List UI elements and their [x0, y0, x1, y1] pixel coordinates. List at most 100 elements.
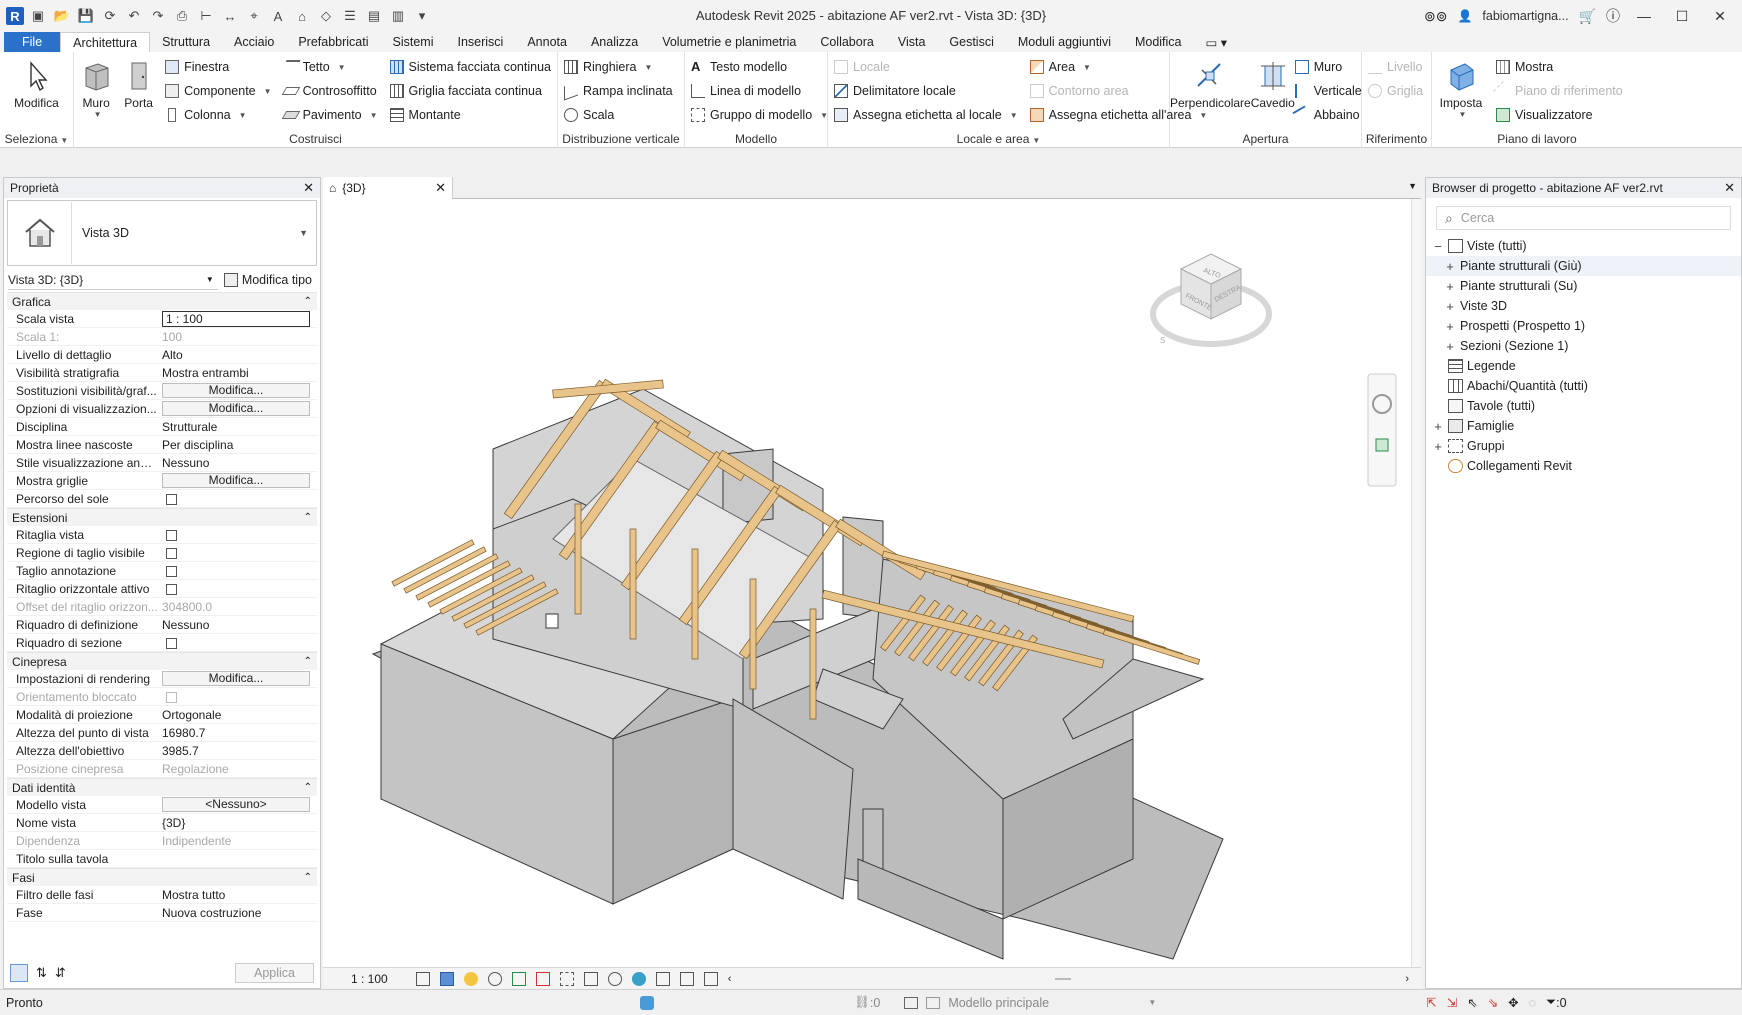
model-3d[interactable]: ALTO FRONTE DESTRA S	[323, 199, 1411, 967]
binoculars-icon[interactable]: ⊚⊚	[1424, 8, 1447, 25]
tab-3d-view[interactable]: ⌂ {3D} ✕	[323, 177, 453, 199]
expand-icon[interactable]: −	[1432, 239, 1444, 254]
property-value[interactable]: Mostra entrambi	[162, 366, 249, 380]
navigation-bar[interactable]	[1367, 373, 1397, 487]
sort-categorized-icon[interactable]	[10, 964, 28, 982]
model-dropdown-icon[interactable]: ▼	[1148, 998, 1156, 1007]
background-process-icon[interactable]: ◌	[1529, 996, 1536, 1010]
close-hidden-icon[interactable]: ▤	[364, 6, 384, 26]
reveal-hidden-icon[interactable]	[631, 971, 646, 986]
sort-descending-icon[interactable]: ⇵	[55, 965, 66, 981]
grid-button[interactable]: Griglia	[1368, 81, 1423, 101]
floor-button[interactable]: Pavimento ▼	[281, 105, 378, 125]
room-button[interactable]: Locale	[834, 57, 1018, 77]
dormer-button[interactable]: Abbaino	[1292, 105, 1362, 125]
close-icon[interactable]: ✕	[1706, 2, 1734, 30]
property-checkbox[interactable]	[166, 530, 177, 542]
tab-collabora[interactable]: Collabora	[808, 32, 886, 52]
sun-path-icon[interactable]	[463, 971, 478, 986]
scroll-right-icon[interactable]: ›	[1405, 973, 1409, 985]
sort-ascending-icon[interactable]: ⇅	[36, 965, 47, 981]
analytical-model-icon[interactable]	[655, 971, 670, 986]
type-dropdown-icon[interactable]: ▼	[299, 228, 308, 238]
active-model[interactable]: Modello principale	[948, 996, 1148, 1010]
property-checkbox[interactable]	[166, 566, 177, 578]
select-pinned-icon[interactable]: ⇖	[1467, 995, 1477, 1010]
browser-node[interactable]: + Viste 3D	[1426, 296, 1741, 316]
property-value[interactable]: 16980.7	[162, 726, 205, 740]
select-underlay-icon[interactable]: ⇲	[1447, 995, 1457, 1010]
mullion-button[interactable]: Montante	[389, 105, 551, 125]
property-value[interactable]: Strutturale	[162, 420, 217, 434]
temp-hide-icon[interactable]	[607, 971, 622, 986]
close-view-icon[interactable]: ✕	[435, 180, 446, 196]
expand-icon[interactable]: +	[1444, 339, 1456, 354]
scroll-left-icon[interactable]: ‹	[728, 973, 732, 985]
tab-architettura[interactable]: Architettura	[60, 32, 151, 52]
print-icon[interactable]: ⎙	[172, 6, 192, 26]
browser-node[interactable]: + Famiglie	[1426, 416, 1741, 436]
tab-sistemi[interactable]: Sistemi	[381, 32, 446, 52]
railing-button[interactable]: Ringhiera ▼	[564, 57, 673, 77]
curtain-system-button[interactable]: Sistema facciata continua	[389, 57, 551, 77]
help-icon[interactable]: ⓘ	[1606, 6, 1620, 26]
tab-volumetrie[interactable]: Volumetrie e planimetria	[650, 32, 808, 52]
model-text-button[interactable]: A Testo modello	[691, 57, 828, 77]
model-group-button[interactable]: Gruppo di modello ▼	[691, 105, 828, 125]
ceiling-button[interactable]: Controsoffitto	[281, 81, 378, 101]
tab-annota[interactable]: Annota	[515, 32, 579, 52]
ref-plane-button[interactable]: Piano di riferimento	[1493, 81, 1623, 101]
room-tag-button[interactable]: Assegna etichetta al locale ▼	[834, 105, 1018, 125]
property-section[interactable]: Estensioni ⌃	[7, 508, 317, 526]
window-button[interactable]: Finestra	[165, 57, 272, 77]
switch-windows-icon[interactable]: ▥	[388, 6, 408, 26]
property-value[interactable]: Nessuno	[162, 456, 209, 470]
apply-button[interactable]: Applica	[235, 963, 314, 983]
tab-analizza[interactable]: Analizza	[579, 32, 650, 52]
expand-icon[interactable]: +	[1444, 319, 1456, 334]
property-edit-button[interactable]: Modifica...	[162, 473, 310, 488]
panel-title-locale[interactable]: Locale e area ▼	[828, 132, 1169, 146]
tab-acciaio[interactable]: Acciaio	[222, 32, 286, 52]
tab-modifica[interactable]: Modifica	[1123, 32, 1194, 52]
editing-requests-icon[interactable]	[926, 996, 941, 1009]
expand-icon[interactable]: +	[1432, 439, 1444, 454]
browser-node[interactable]: − Viste (tutti)	[1426, 236, 1741, 256]
vertical-opening-button[interactable]: Verticale	[1294, 81, 1362, 101]
visual-style-icon[interactable]	[439, 971, 454, 986]
open-icon[interactable]: 📂	[52, 6, 72, 26]
browser-node[interactable]: + Gruppi	[1426, 436, 1741, 456]
horizontal-scrollbar[interactable]	[741, 976, 1395, 982]
property-edit-button[interactable]: Modifica...	[162, 671, 310, 686]
properties-close-icon[interactable]: ✕	[303, 180, 314, 196]
property-edit-button[interactable]: <Nessuno>	[162, 797, 310, 812]
crop-region-icon[interactable]	[559, 971, 574, 986]
select-by-face-icon[interactable]: ⇘	[1488, 995, 1498, 1010]
browser-close-icon[interactable]: ✕	[1724, 180, 1735, 196]
model-line-button[interactable]: Linea di modello	[691, 81, 828, 101]
drawing-area[interactable]: ALTO FRONTE DESTRA S	[323, 199, 1411, 967]
cart-icon[interactable]: 🛒	[1579, 8, 1596, 25]
collapse-icon[interactable]: ⌃	[304, 296, 312, 307]
show-workplane-button[interactable]: Mostra	[1496, 57, 1623, 77]
constraints-icon[interactable]	[703, 971, 718, 986]
curtain-grid-button[interactable]: Griglia facciata continua	[389, 81, 551, 101]
browser-node[interactable]: + Prospetti (Prospetto 1)	[1426, 316, 1741, 336]
tab-vista[interactable]: Vista	[886, 32, 938, 52]
collapse-icon[interactable]: ⌃	[304, 512, 312, 523]
expand-icon[interactable]: +	[1444, 299, 1456, 314]
project-icon[interactable]	[640, 995, 654, 1010]
property-section[interactable]: Grafica ⌃	[7, 292, 317, 310]
post[interactable]	[574, 503, 582, 615]
worksets-icon[interactable]: ⛓	[854, 995, 870, 1010]
browser-node[interactable]: + Piante strutturali (Giù)	[1426, 256, 1741, 276]
tab-prefabbricati[interactable]: Prefabbricati	[286, 32, 380, 52]
customize-qat-icon[interactable]: ▾	[412, 6, 432, 26]
property-value[interactable]: Nessuno	[162, 618, 209, 632]
highlight-displacement-icon[interactable]	[679, 971, 694, 986]
component-button[interactable]: Componente ▼	[165, 81, 272, 101]
post[interactable]	[749, 578, 757, 690]
user-name[interactable]: fabiomartigna...	[1482, 9, 1568, 23]
undo-icon[interactable]: ↶	[124, 6, 144, 26]
tab-struttura[interactable]: Struttura	[150, 32, 222, 52]
